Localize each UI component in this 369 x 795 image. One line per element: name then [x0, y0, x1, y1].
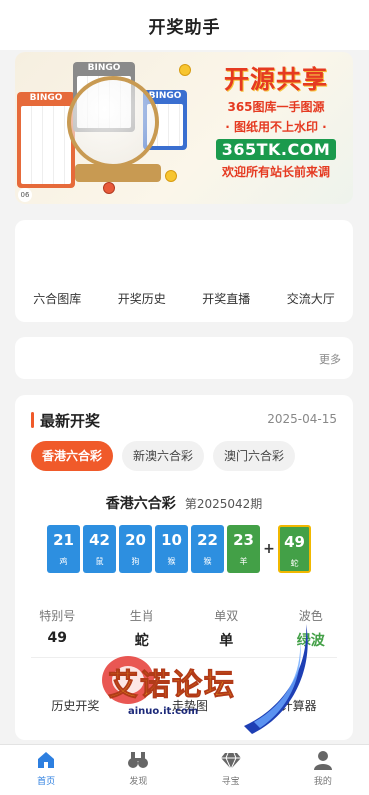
ball-zodiac: 鼠: [95, 557, 104, 566]
ball-number: 21: [53, 531, 74, 549]
banner-line1: 365图库一手图源: [227, 100, 325, 114]
latest-draw-card: 最新开奖 2025-04-15 香港六合彩 新澳六合彩 澳门六合彩 香港六合彩 …: [15, 395, 353, 740]
stat-value: 单: [219, 633, 234, 649]
diamond-icon: [220, 752, 241, 770]
stat-odd-even: 单双 单: [191, 607, 261, 650]
ball-number: 42: [89, 531, 110, 549]
stat-label: 单双: [214, 609, 239, 623]
calculator-link[interactable]: 计算器: [281, 697, 317, 714]
ball-zodiac: 狗: [131, 557, 140, 566]
number-ball: 23 羊: [227, 525, 260, 573]
section-title: 最新开奖: [40, 412, 101, 430]
home-icon: [38, 752, 55, 768]
ball-zodiac: 鸡: [59, 557, 68, 566]
number-ball: 22 猴: [191, 525, 224, 573]
stat-value: 49: [47, 630, 67, 646]
user-icon: [313, 751, 332, 770]
bingo-card-label: BINGO: [29, 93, 63, 103]
tab-new-macau-lottery[interactable]: 新澳六合彩: [122, 441, 205, 471]
lottery-tabs: 香港六合彩 新澳六合彩 澳门六合彩: [31, 441, 296, 471]
bingo-card-label: BINGO: [87, 63, 121, 73]
ball-zodiac: 羊: [239, 557, 248, 566]
tab-hk-lottery[interactable]: 香港六合彩: [31, 441, 114, 471]
menu-item-live[interactable]: 开奖直播: [202, 290, 250, 307]
stat-label: 波色: [298, 609, 323, 623]
trend-chart-link[interactable]: 走势图: [172, 697, 208, 714]
ball-zodiac: 蛇: [290, 559, 299, 568]
draw-date: 2025-04-15: [267, 412, 337, 426]
special-number-ball: 49 蛇: [278, 525, 311, 573]
divider: [31, 657, 337, 658]
menu-item-history[interactable]: 开奖历史: [118, 290, 166, 307]
section-accent-bar: [31, 412, 34, 428]
ball-number: 49: [284, 533, 305, 551]
page-title: 开奖助手: [148, 17, 221, 38]
bingo-card: BINGO: [17, 92, 75, 188]
draw-actions: 历史开奖 走势图 计算器: [15, 697, 353, 714]
number-ball: 20 狗: [119, 525, 152, 573]
tab-macau-lottery[interactable]: 澳门六合彩: [213, 441, 296, 471]
banner-line2: · 图纸用不上水印 ·: [225, 120, 327, 134]
tabbar-item-discover[interactable]: 发现: [92, 745, 184, 795]
tabbar-label: 发现: [129, 777, 148, 787]
stat-special-number: 特别号 49: [22, 607, 92, 650]
promo-banner[interactable]: BINGO BINGO BINGO 06 开源共享 365图库一手图源 · 图纸…: [15, 52, 353, 204]
binoculars-icon: [128, 752, 149, 768]
ball-number: 20: [125, 531, 146, 549]
ball-icon: [165, 170, 177, 182]
ball-icon: [179, 64, 191, 76]
draw-balls: 21 鸡 42 鼠 20 狗 10 猴 22 猴 23 羊 + 49 蛇: [47, 525, 314, 573]
number-ball: 42 鼠: [83, 525, 116, 573]
banner-welcome: 欢迎所有站长前来调: [221, 165, 330, 179]
bingo-illustration: BINGO BINGO BINGO 06: [15, 52, 205, 204]
ball-zodiac: 猴: [167, 557, 176, 566]
stat-label: 生肖: [129, 609, 154, 623]
stat-label: 特别号: [39, 609, 76, 623]
ball-number: 10: [161, 531, 182, 549]
menu-item-gallery[interactable]: 六合图库: [33, 290, 81, 307]
ball-number: 23: [233, 531, 254, 549]
tabbar-label: 我的: [313, 777, 332, 787]
tabbar-item-home[interactable]: 首页: [0, 745, 92, 795]
banner-title: 开源共享: [223, 65, 328, 94]
stat-wave-color: 波色 绿波: [276, 607, 346, 650]
banner-site: 365TK.COM: [215, 139, 337, 160]
lottery-period: 第2025042期: [184, 497, 263, 511]
lottery-info: 香港六合彩 第2025042期: [15, 493, 353, 513]
lottery-cage-icon: [67, 76, 159, 168]
bottom-tabbar: 首页 发现 寻宝 我的: [0, 744, 369, 795]
tabbar-item-mine[interactable]: 我的: [277, 745, 369, 795]
draw-stats: 特别号 49 生肖 蛇 单双 单 波色 绿波: [15, 607, 353, 650]
ball-icon: [103, 182, 115, 194]
lottery-name: 香港六合彩: [105, 496, 176, 512]
notice-bar: 更多: [15, 337, 353, 379]
tabbar-label: 寻宝: [221, 777, 240, 787]
more-link[interactable]: 更多: [319, 351, 341, 367]
history-draw-link[interactable]: 历史开奖: [51, 697, 99, 714]
stat-value: 绿波: [296, 633, 325, 649]
banner-text: 开源共享 365图库一手图源 · 图纸用不上水印 · 365TK.COM 欢迎所…: [201, 60, 351, 180]
tabbar-item-treasure[interactable]: 寻宝: [185, 745, 277, 795]
tabbar-label: 首页: [37, 777, 56, 787]
stat-value: 蛇: [134, 633, 149, 649]
app-header: 开奖助手: [0, 0, 369, 50]
quick-menu: 六合图库 开奖历史 开奖直播 交流大厅: [15, 220, 353, 322]
cage-stand: [75, 164, 161, 182]
plus-sign: +: [263, 541, 275, 557]
section-header: 最新开奖 2025-04-15: [31, 410, 337, 430]
number-ball: 21 鸡: [47, 525, 80, 573]
corner-tag: 06: [18, 188, 32, 202]
stat-zodiac: 生肖 蛇: [107, 607, 177, 650]
ball-number: 22: [197, 531, 218, 549]
ball-zodiac: 猴: [203, 557, 212, 566]
number-ball: 10 猴: [155, 525, 188, 573]
menu-item-forum[interactable]: 交流大厅: [287, 290, 335, 307]
